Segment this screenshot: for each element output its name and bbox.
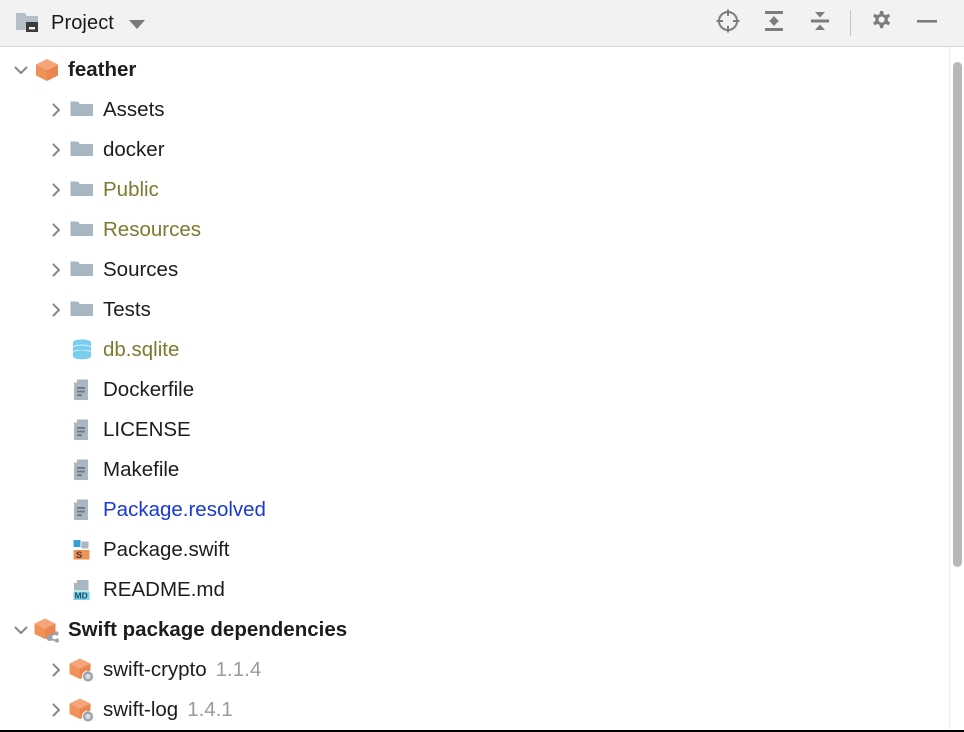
collapse-all-button[interactable]	[797, 3, 843, 43]
package-dependencies-icon	[34, 617, 60, 643]
crosshair-target-icon	[714, 7, 742, 40]
project-tree-viewport: feather Assets docker Public Resources S…	[0, 47, 964, 732]
file-icon	[69, 497, 95, 523]
twisty-expanded-icon[interactable]	[8, 50, 34, 90]
tree-label: Tests	[103, 297, 151, 321]
tree-row-docker[interactable]: docker	[0, 130, 964, 170]
tree-label: Assets	[103, 97, 165, 121]
hide-tool-window-button[interactable]	[904, 3, 950, 43]
twisty-placeholder	[43, 370, 69, 410]
twisty-collapsed-icon[interactable]	[43, 130, 69, 170]
folder-icon	[69, 137, 95, 163]
vertical-scrollbar-thumb[interactable]	[953, 62, 962, 567]
twisty-collapsed-icon[interactable]	[43, 290, 69, 330]
file-icon	[69, 417, 95, 443]
tree-label: Package.swift	[103, 537, 230, 561]
folder-icon	[69, 97, 95, 123]
folder-icon	[69, 297, 95, 323]
vertical-scrollbar-track[interactable]	[949, 47, 964, 732]
twisty-expanded-icon[interactable]	[8, 610, 34, 650]
tree-row-resources[interactable]: Resources	[0, 210, 964, 250]
collapse-all-icon	[806, 7, 834, 40]
twisty-collapsed-icon[interactable]	[43, 90, 69, 130]
twisty-placeholder	[43, 410, 69, 450]
twisty-collapsed-icon[interactable]	[43, 650, 69, 690]
tree-row-assets[interactable]: Assets	[0, 90, 964, 130]
twisty-collapsed-icon[interactable]	[43, 170, 69, 210]
tree-row-makefile[interactable]: Makefile	[0, 450, 964, 490]
tree-row-package-swift[interactable]: S Package.swift	[0, 530, 964, 570]
twisty-placeholder	[43, 530, 69, 570]
tree-row-db-sqlite[interactable]: db.sqlite	[0, 330, 964, 370]
tree-row-swift-crypto[interactable]: swift-crypto 1.1.4	[0, 650, 964, 690]
folder-icon	[69, 177, 95, 203]
tree-row-public[interactable]: Public	[0, 170, 964, 210]
tree-row-package-resolved[interactable]: Package.resolved	[0, 490, 964, 530]
twisty-placeholder	[43, 330, 69, 370]
tree-row-license[interactable]: LICENSE	[0, 410, 964, 450]
tree-label: Makefile	[103, 457, 180, 481]
gear-icon	[867, 7, 895, 40]
toolbar-separator	[850, 10, 851, 36]
database-icon	[69, 337, 95, 363]
tree-row-sources[interactable]: Sources	[0, 250, 964, 290]
svg-text:MD: MD	[75, 590, 88, 600]
tree-row-dockerfile[interactable]: Dockerfile	[0, 370, 964, 410]
tree-row-readme-md[interactable]: MD README.md	[0, 570, 964, 610]
tree-row-feather[interactable]: feather	[0, 50, 964, 90]
tree-label: Public	[103, 177, 159, 201]
tool-window-header: Project	[0, 0, 964, 47]
tree-row-swift-deps[interactable]: Swift package dependencies	[0, 610, 964, 650]
settings-button[interactable]	[858, 3, 904, 43]
file-icon	[69, 377, 95, 403]
twisty-placeholder	[43, 450, 69, 490]
swift-file-icon: S	[69, 537, 95, 563]
twisty-placeholder	[43, 570, 69, 610]
file-icon	[69, 457, 95, 483]
tree-label: Dockerfile	[103, 377, 195, 401]
tree-label: db.sqlite	[103, 337, 180, 361]
tree-label: LICENSE	[103, 417, 191, 441]
expand-all-icon	[760, 7, 788, 40]
tree-label: Package.resolved	[103, 497, 266, 521]
tree-row-tests[interactable]: Tests	[0, 290, 964, 330]
project-tree: feather Assets docker Public Resources S…	[0, 47, 964, 730]
tree-version-label: 1.1.4	[215, 657, 262, 681]
tree-label: Swift package dependencies	[68, 617, 348, 641]
folder-icon	[69, 217, 95, 243]
tree-label: feather	[68, 57, 137, 81]
select-opened-file-button[interactable]	[705, 3, 751, 43]
minimize-dash-icon	[913, 7, 941, 40]
tree-version-label: 1.4.1	[187, 697, 233, 721]
header-actions	[705, 3, 950, 43]
tree-row-swift-log[interactable]: swift-log 1.4.1	[0, 690, 964, 730]
package-box-icon	[34, 57, 60, 83]
svg-text:S: S	[76, 550, 82, 561]
project-folder-icon	[14, 10, 42, 36]
remote-package-icon	[69, 657, 95, 683]
tree-label: docker	[103, 137, 165, 161]
tool-window-title: Project	[51, 11, 114, 34]
project-title-dropdown[interactable]: Project	[14, 10, 145, 36]
tree-label: README.md	[103, 577, 225, 601]
twisty-collapsed-icon[interactable]	[43, 250, 69, 290]
tree-label: Sources	[103, 257, 179, 281]
expand-all-button[interactable]	[751, 3, 797, 43]
tree-label: swift-crypto	[103, 657, 207, 681]
markdown-file-icon: MD	[69, 577, 95, 603]
twisty-placeholder	[43, 490, 69, 530]
twisty-collapsed-icon[interactable]	[43, 690, 69, 730]
twisty-collapsed-icon[interactable]	[43, 210, 69, 250]
tree-label: swift-log	[103, 697, 179, 721]
chevron-down-icon[interactable]	[128, 19, 145, 29]
folder-icon	[69, 257, 95, 283]
remote-package-icon	[69, 697, 95, 723]
tree-label: Resources	[103, 217, 201, 241]
